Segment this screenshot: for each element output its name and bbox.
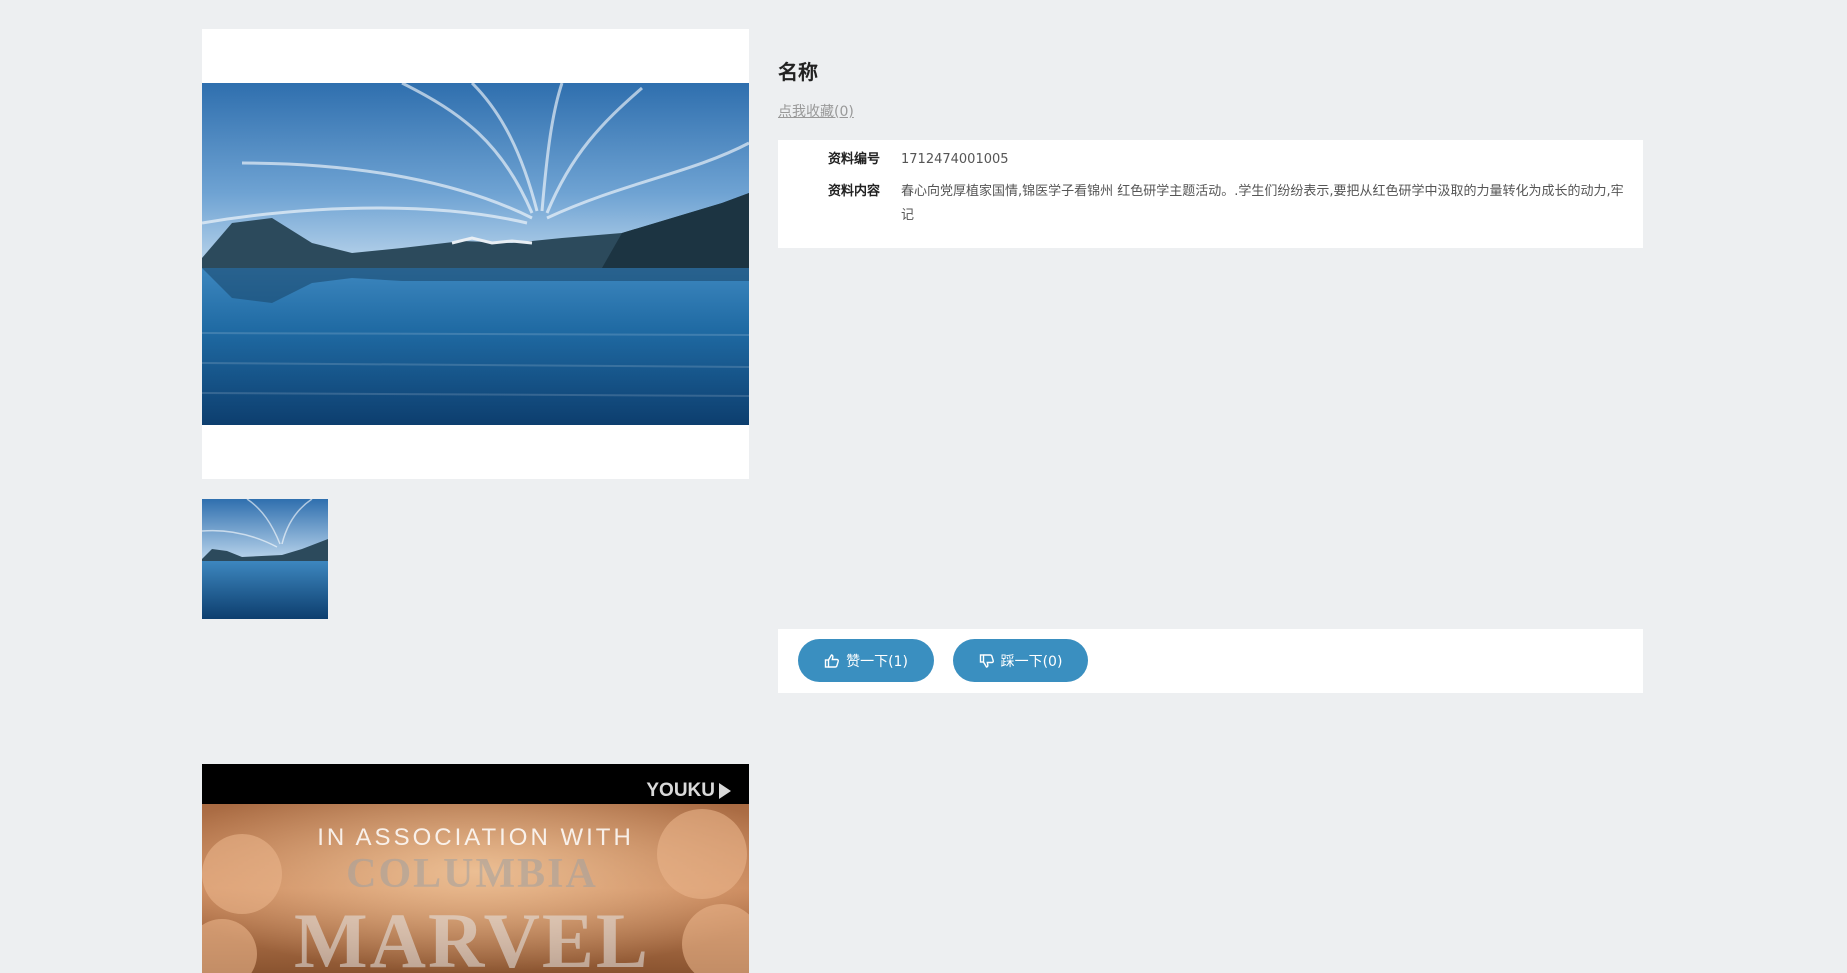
dislike-label: 踩一下(0) (1000, 653, 1063, 670)
video-studio-top: COLUMBIA (346, 851, 598, 897)
info-label: 资料内容 (827, 184, 880, 199)
like-label: 赞一下(1) (846, 653, 908, 670)
thumbs-up-icon (824, 653, 840, 669)
favorite-link[interactable]: 点我收藏(0) (778, 101, 854, 121)
video-player[interactable]: YOUKU IN ASSOCIATION WITH COLUMBIA MARVE… (202, 764, 749, 973)
main-image-frame (202, 29, 749, 479)
info-value: 1712474001005 (901, 152, 1009, 167)
main-image (202, 83, 749, 425)
info-panel: 资料编号 1712474001005 资料内容 春心向党厚植家国情,锦医学子看锦… (778, 140, 1643, 248)
thumbnail-image[interactable] (202, 499, 328, 619)
info-label: 资料编号 (827, 152, 880, 167)
page-title: 名称 (778, 60, 818, 84)
thumbs-down-icon (979, 653, 995, 669)
info-value: 春心向党厚植家国情,锦医学子看锦州 红色研学主题活动。.学生们纷纷表示,要把从红… (901, 184, 1624, 223)
video-studio-main: MARVEL (294, 897, 650, 973)
youku-text: YOUKU (646, 780, 715, 801)
page: 名称 点我收藏(0) 资料编号 1712474001005 资料内容 春心向党厚… (0, 0, 1847, 973)
youku-logo: YOUKU (646, 780, 731, 802)
video-caption: IN ASSOCIATION WITH (317, 824, 634, 851)
vote-panel: 赞一下(1) 踩一下(0) (778, 629, 1643, 693)
youku-arrow-icon (719, 783, 731, 799)
dislike-button[interactable]: 踩一下(0) (953, 639, 1088, 682)
like-button[interactable]: 赞一下(1) (798, 639, 934, 682)
